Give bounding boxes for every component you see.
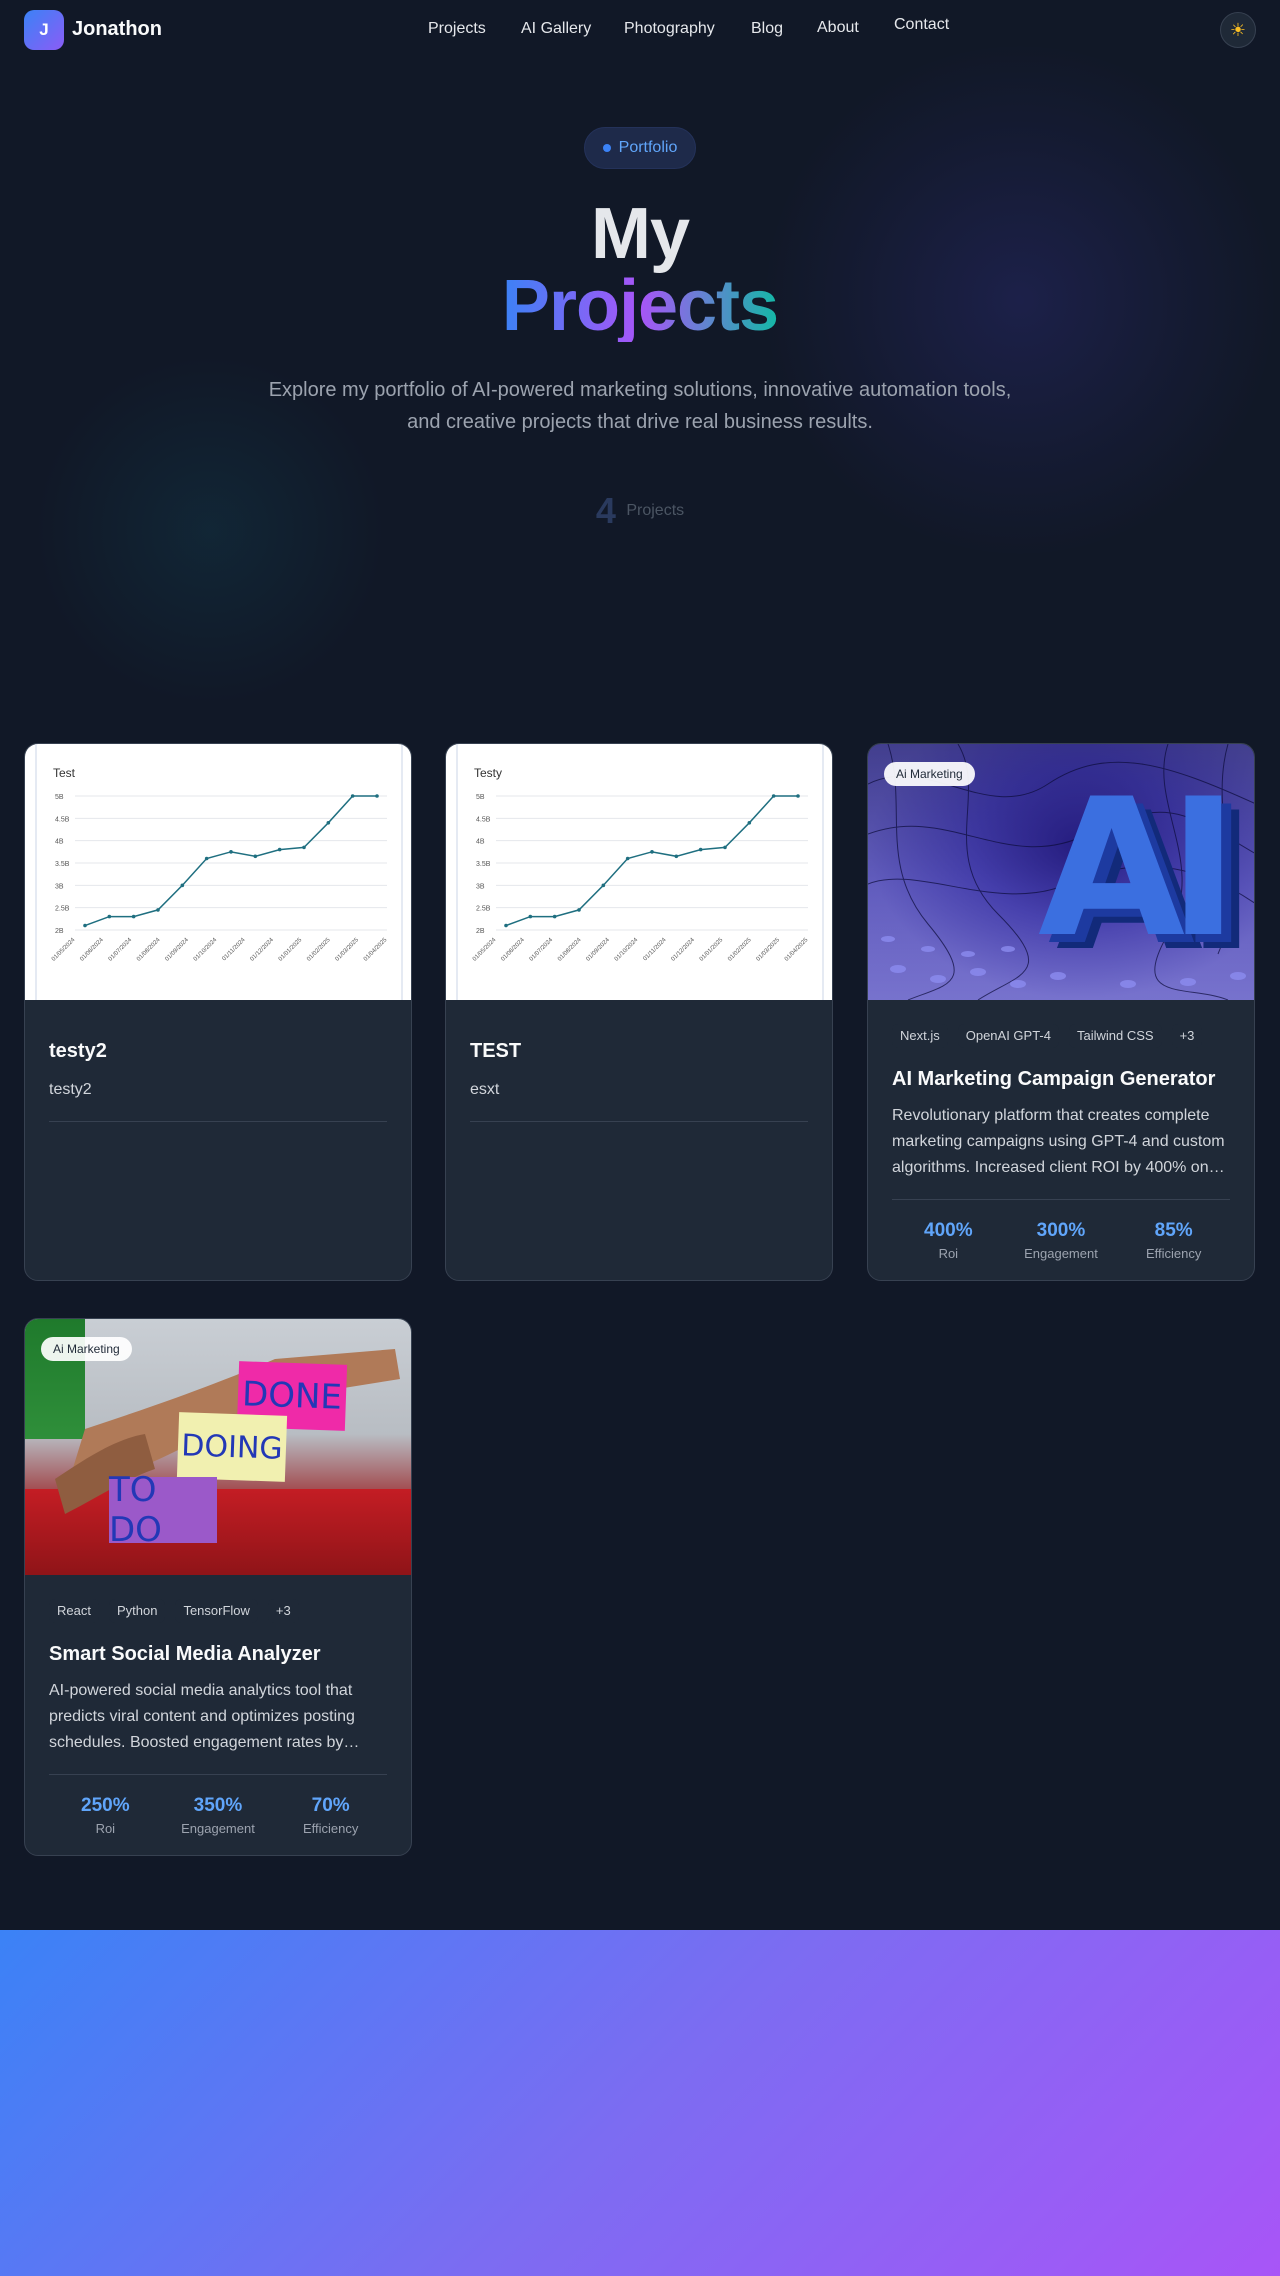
- project-card[interactable]: DONE DOING TO DO Ai Marketing React Pyth…: [24, 1318, 412, 1856]
- card-title[interactable]: Smart Social Media Analyzer: [49, 1643, 387, 1666]
- card-title[interactable]: AI Marketing Campaign Generator: [892, 1068, 1230, 1091]
- metric-value: 250%: [81, 1795, 130, 1816]
- card-title[interactable]: TEST: [470, 1040, 808, 1063]
- nav-link-contact[interactable]: Contact: [894, 16, 949, 34]
- logo-badge[interactable]: J: [24, 10, 64, 50]
- nav-link-ai-gallery[interactable]: AI Gallery: [521, 20, 591, 38]
- card-thumbnail: Testy 5B 4.5B 4B 3.5B 3B 2.5B 2B 01/05/2024 01/0…: [446, 744, 832, 1000]
- title-line-2: Projects: [501, 266, 779, 346]
- metric-engagement: 300% Engagement: [1006, 1220, 1116, 1261]
- tech-chip: TensorFlow: [175, 1599, 258, 1623]
- project-count: 4 Projects: [0, 490, 1280, 532]
- card-divider: [892, 1199, 1230, 1200]
- hero-subtitle: Explore my portfolio of AI-powered marke…: [268, 379, 1012, 433]
- card-description: esxt: [470, 1081, 500, 1098]
- nav-link-blog[interactable]: Blog: [751, 20, 783, 38]
- tech-chip: Tailwind CSS: [1069, 1024, 1162, 1048]
- metric-efficiency: 70% Efficiency: [276, 1795, 386, 1836]
- portfolio-badge: Portfolio: [584, 127, 696, 169]
- card-thumbnail: Test 5B 4.5B 4B 3.5B 3B 2.5B 2B 01/05/2024 01/06…: [25, 744, 411, 1000]
- tech-chip-more: +3: [267, 1599, 299, 1623]
- category-tag: Ai Marketing: [884, 762, 975, 786]
- tech-chip-more: +3: [1171, 1024, 1203, 1048]
- nav-link-projects[interactable]: Projects: [428, 20, 486, 38]
- tech-chips: Next.js OpenAI GPT-4 Tailwind CSS +3: [892, 1024, 1230, 1048]
- metric-roi: 400% Roi: [893, 1220, 1003, 1261]
- category-tag: Ai Marketing: [41, 1337, 132, 1361]
- metric-label: Roi: [95, 1821, 116, 1836]
- metrics-row: 400% Roi 300% Engagement 85% Efficiency: [892, 1220, 1230, 1261]
- card-thumbnail: A I Ai Marketing: [868, 744, 1254, 1000]
- cta-banner: [0, 1930, 1280, 2276]
- card-thumbnail: DONE DOING TO DO Ai Marketing: [25, 1319, 411, 1575]
- theme-toggle-button[interactable]: ☀: [1220, 12, 1256, 48]
- metric-roi: 250% Roi: [50, 1795, 160, 1836]
- title-line-1: My: [590, 194, 690, 274]
- project-card[interactable]: Testy 5B 4.5B 4B 3.5B 3B 2.5B 2B 01/05/2024 01/0…: [445, 743, 833, 1281]
- project-card[interactable]: A I Ai Marketing Next.js OpenAI GPT-4 Ta…: [867, 743, 1255, 1281]
- ai-letter-a: A: [1038, 758, 1186, 979]
- chart-thumbnail: Test 5B 4.5B 4B 3.5B 3B 2.5B 2B 01/05/2024 01/06…: [25, 744, 411, 1000]
- project-count-label: Projects: [626, 502, 685, 519]
- project-card[interactable]: Test 5B 4.5B 4B 3.5B 3B 2.5B 2B 01/05/2024 01/06…: [24, 743, 412, 1281]
- nav-link-photography[interactable]: Photography: [624, 20, 715, 38]
- metric-engagement: 350% Engagement: [163, 1795, 273, 1836]
- card-description: AI-powered social media analytics tool t…: [49, 1682, 355, 1751]
- tech-chip: Python: [108, 1599, 166, 1623]
- ai-letter-i: I: [1168, 758, 1239, 979]
- card-divider: [470, 1121, 808, 1122]
- metric-label: Roi: [938, 1246, 959, 1261]
- metric-label: Engagement: [1024, 1246, 1098, 1261]
- logo-name[interactable]: Jonathon: [72, 18, 162, 41]
- tech-chips: React Python TensorFlow +3: [49, 1599, 387, 1623]
- metrics-row: 250% Roi 350% Engagement 70% Efficiency: [49, 1795, 387, 1836]
- metric-label: Efficiency: [302, 1821, 359, 1836]
- badge-label: Portfolio: [618, 139, 678, 156]
- tech-chip: OpenAI GPT-4: [957, 1024, 1059, 1048]
- metric-label: Engagement: [181, 1821, 255, 1836]
- top-nav: J Jonathon Projects AI Gallery Photograp…: [0, 0, 1280, 60]
- metric-label: Efficiency: [1145, 1246, 1202, 1261]
- chart-thumbnail: Testy 5B 4.5B 4B 3.5B 3B 2.5B 2B 01/05/2024 01/0…: [446, 744, 832, 1000]
- metric-efficiency: 85% Efficiency: [1119, 1220, 1229, 1261]
- card-title[interactable]: testy2: [49, 1040, 387, 1063]
- badge-dot-icon: [602, 144, 611, 152]
- card-description: Revolutionary platform that creates comp…: [892, 1107, 1225, 1176]
- project-count-number: 4: [595, 490, 616, 531]
- metric-value: 70%: [311, 1795, 350, 1816]
- tech-chip: React: [49, 1599, 99, 1623]
- card-divider: [49, 1121, 387, 1122]
- card-description: testy2: [49, 1081, 92, 1098]
- sticky-note-todo: TO DO: [109, 1470, 217, 1550]
- page-title: My Projects: [0, 198, 1280, 342]
- metric-value: 300%: [1036, 1220, 1086, 1241]
- nav-link-about[interactable]: About: [817, 19, 859, 37]
- sun-icon: ☀: [1229, 19, 1247, 40]
- metric-value: 85%: [1154, 1220, 1193, 1241]
- metric-value: 350%: [193, 1795, 243, 1816]
- card-divider: [49, 1774, 387, 1775]
- tech-chip: Next.js: [892, 1024, 948, 1048]
- metric-value: 400%: [924, 1220, 973, 1241]
